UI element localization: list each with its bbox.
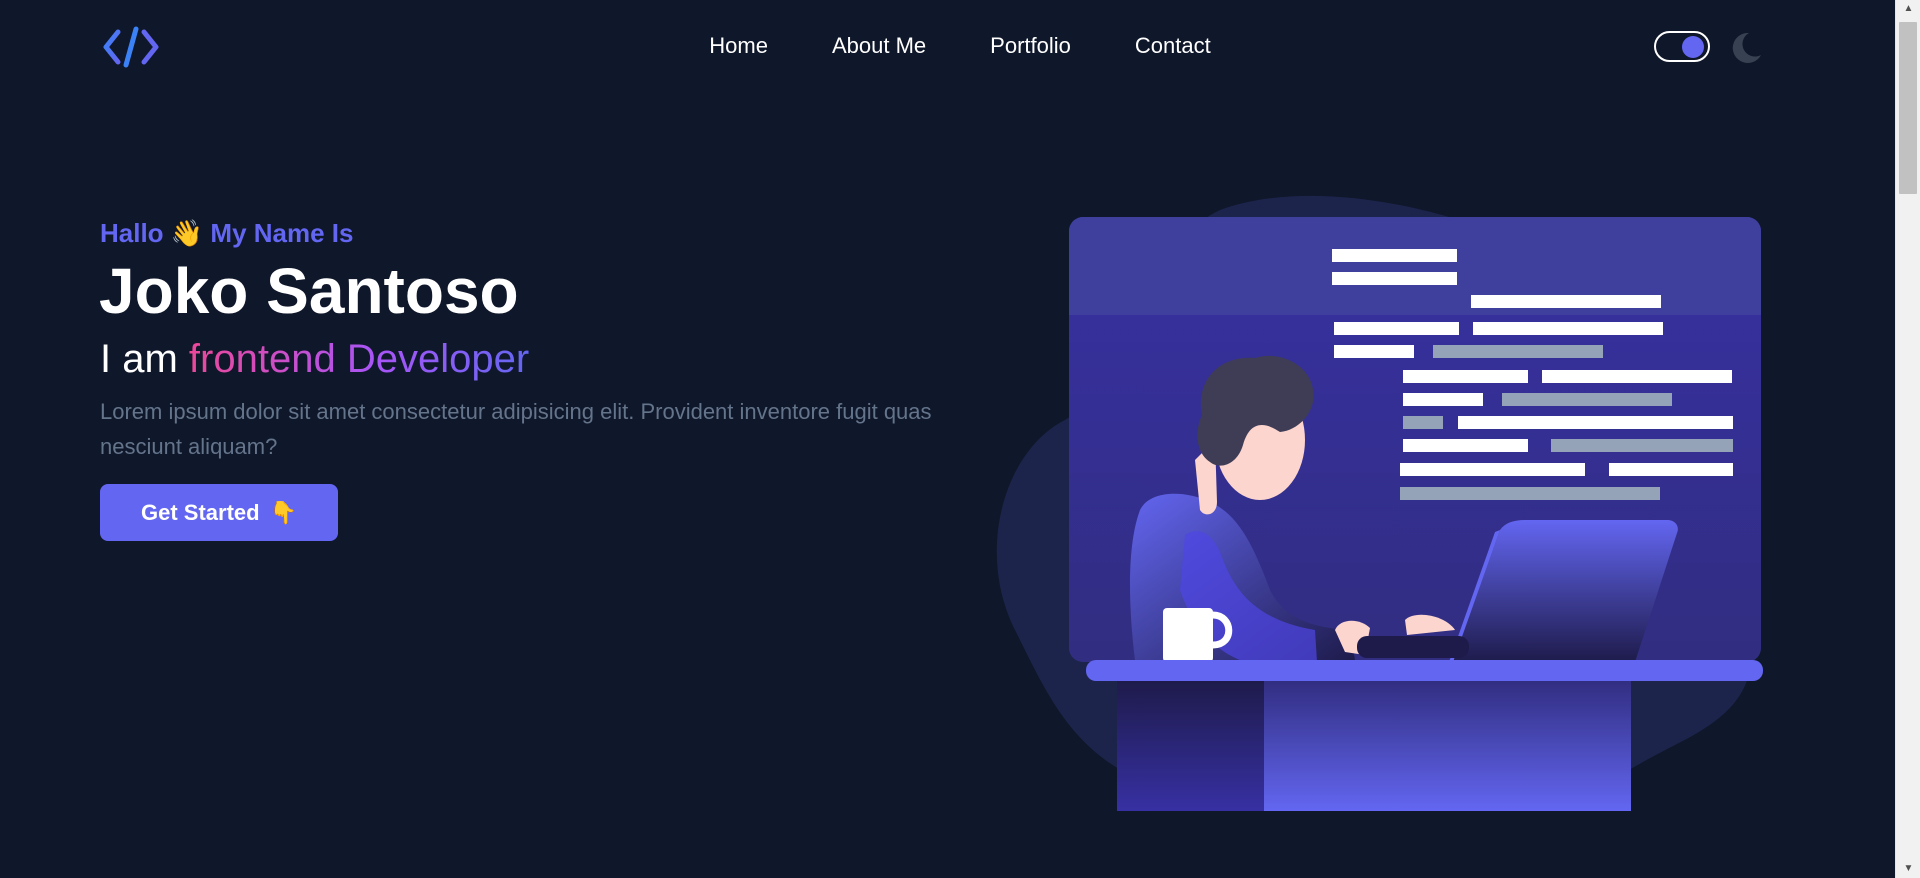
toggle-knob <box>1682 36 1704 58</box>
greeting-start: Hallo <box>100 218 164 248</box>
hero-greeting: Hallo 👋 My Name Is <box>100 216 354 250</box>
scroll-down-arrow-icon[interactable]: ▼ <box>1896 860 1920 878</box>
waving-hand-icon: 👋 <box>170 218 204 248</box>
role-prefix: I am <box>100 337 178 381</box>
nav-links: Home About Me Portfolio Contact <box>709 30 1210 62</box>
nav-link-home[interactable]: Home <box>709 30 768 62</box>
nav-link-portfolio[interactable]: Portfolio <box>990 30 1071 62</box>
greeting-end: My Name Is <box>210 218 354 248</box>
page: Home About Me Portfolio Contact Hallo 👋 … <box>0 0 1895 878</box>
role-title: frontend Developer <box>188 337 530 381</box>
page-scrollbar[interactable]: ▲ ▼ <box>1895 0 1920 878</box>
theme-toggle[interactable] <box>1654 31 1710 62</box>
get-started-button[interactable]: Get Started 👇 <box>100 484 338 541</box>
pointing-down-icon: 👇 <box>269 499 297 525</box>
get-started-label: Get Started <box>141 499 260 525</box>
hero-name: Joko Santoso <box>99 255 519 327</box>
scroll-thumb[interactable] <box>1899 22 1917 194</box>
moon-icon[interactable] <box>1727 30 1763 66</box>
nav-link-contact[interactable]: Contact <box>1135 30 1211 62</box>
developer-illustration <box>996 195 1763 811</box>
nav-link-about-me[interactable]: About Me <box>832 30 926 62</box>
scroll-up-arrow-icon[interactable]: ▲ <box>1896 0 1920 18</box>
main-nav: Home About Me Portfolio Contact <box>0 30 1895 62</box>
hero-description: Lorem ipsum dolor sit amet consectetur a… <box>100 399 932 459</box>
hero-role: I am frontend Developer <box>100 333 529 385</box>
